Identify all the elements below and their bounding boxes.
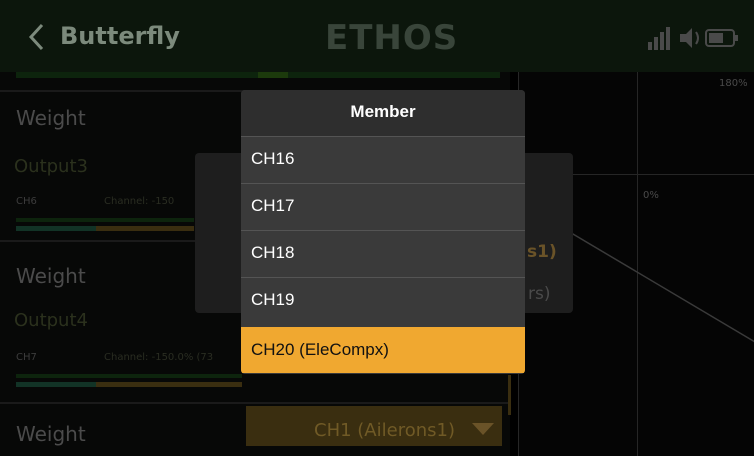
top-bar: Butterfly ETHOS [0, 0, 754, 72]
dropdown-caret-icon [472, 423, 494, 435]
brand-logo: ETHOS [325, 18, 459, 58]
member-option-label: CH19 [251, 290, 295, 309]
page-title: Butterfly [60, 22, 180, 50]
member-option[interactable]: CH16 [241, 136, 525, 182]
status-icons [648, 27, 738, 50]
source-select-value: CH1 (Ailerons1) [314, 420, 455, 441]
member-option[interactable]: CH17 [241, 183, 525, 229]
member-option-label: CH18 [251, 243, 295, 262]
member-popup: Member CH16 CH17 CH18 CH19 CH20 (EleComp… [241, 90, 525, 374]
ch6-bar [16, 226, 96, 231]
member-option-selected[interactable]: CH20 (EleCompx) [241, 327, 525, 373]
speaker-icon [680, 28, 699, 48]
scroll-indicator [508, 375, 511, 415]
member-option[interactable]: CH19 [241, 277, 525, 323]
popup-title: Member [350, 102, 416, 121]
output4-label: Output4 [14, 310, 88, 331]
ch6-bar [96, 226, 194, 231]
member-option-label: CH17 [251, 196, 295, 215]
member-option-label: CH20 (EleCompx) [251, 340, 389, 359]
divider [0, 402, 510, 404]
ch7-bar [96, 382, 242, 387]
ch7-label: CH7 [16, 352, 37, 363]
popup-header: Member [241, 90, 525, 136]
ch7-bar [16, 374, 242, 378]
weight-label: Weight [16, 264, 86, 288]
member-option[interactable]: CH18 [241, 230, 525, 276]
mix-bar [258, 72, 288, 78]
signal-icon [648, 27, 670, 50]
ch7-bar [16, 382, 96, 387]
battery-icon [705, 29, 738, 47]
back-arrow-icon[interactable] [26, 22, 48, 52]
inner-dialog-value: s1) [527, 242, 557, 262]
weight-label: Weight [16, 106, 86, 130]
ch6-bar [16, 218, 194, 222]
mix-bar [16, 72, 258, 78]
weight-label: Weight [16, 422, 86, 446]
mix-bar [288, 72, 500, 78]
member-option-label: CH16 [251, 149, 295, 168]
inner-dialog-value: rs) [528, 284, 551, 304]
ch6-label: CH6 [16, 196, 37, 207]
ch6-channel-text: Channel: -150 [104, 196, 175, 207]
output3-label: Output3 [14, 156, 88, 177]
ch7-channel-text: Channel: -150.0% (73 [104, 352, 214, 363]
